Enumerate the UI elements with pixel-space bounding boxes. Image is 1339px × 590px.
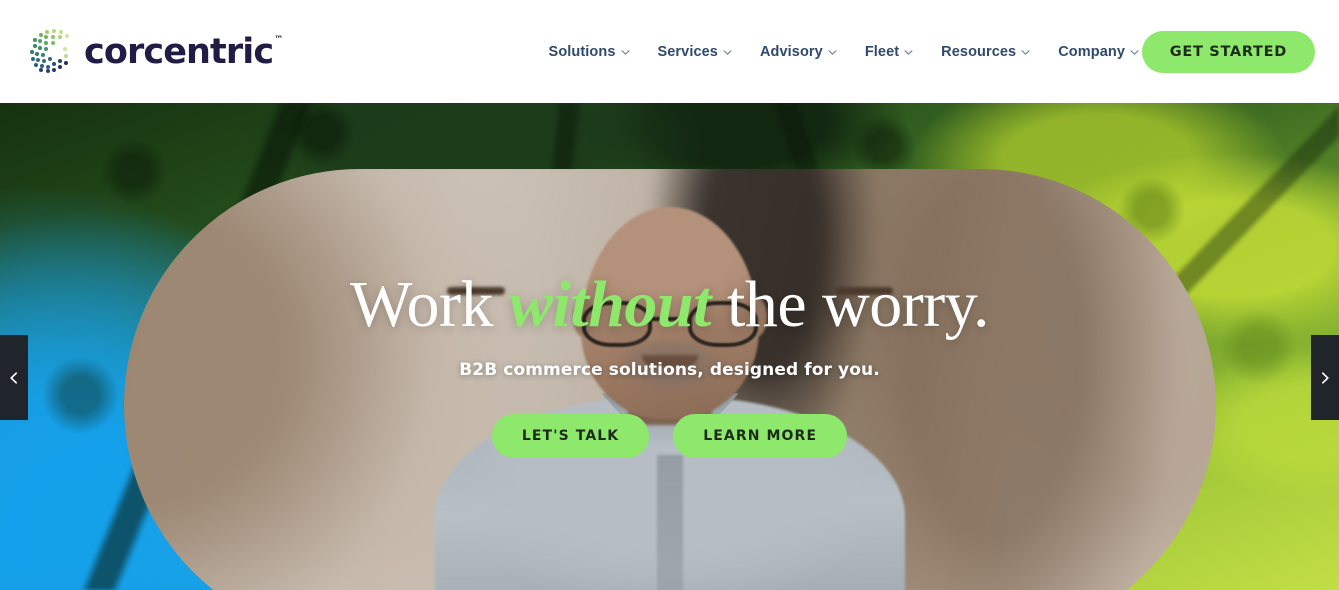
chevron-down-icon <box>620 48 630 57</box>
chevron-down-icon <box>1021 48 1030 57</box>
primary-navigation: Solutions Services Advisory Fleet Resour… <box>535 0 1153 103</box>
nav-item-fleet[interactable]: Fleet <box>851 36 927 68</box>
hero-button-group: LET'S TALK LEARN MORE <box>0 414 1339 459</box>
get-started-button[interactable]: GET STARTED <box>1141 31 1315 73</box>
site-header: corcentric™ Solutions Services Advisory <box>0 0 1339 103</box>
carousel-prev-button[interactable] <box>0 335 28 420</box>
nav-item-label: Advisory <box>759 43 823 60</box>
chevron-right-icon <box>1318 371 1332 385</box>
hero-headline-accent: without <box>509 268 711 341</box>
nav-item-label: Solutions <box>548 43 616 60</box>
hero-subtitle: B2B commerce solutions, designed for you… <box>459 360 880 381</box>
brand-logo-link[interactable]: corcentric™ <box>24 18 284 84</box>
hero-headline-part-1: Work <box>350 268 510 341</box>
carousel-next-button[interactable] <box>1311 335 1339 420</box>
lets-talk-button[interactable]: LET'S TALK <box>491 414 650 459</box>
hero-content: Work without the worry. B2B commerce sol… <box>0 271 1339 459</box>
chevron-down-icon <box>904 48 913 57</box>
corcentric-dot-c-logo-icon <box>24 25 76 77</box>
hero-headline-part-2: the worry. <box>710 268 989 341</box>
nav-item-company[interactable]: Company <box>1044 36 1153 68</box>
nav-item-resources[interactable]: Resources <box>927 36 1044 68</box>
page-root: corcentric™ Solutions Services Advisory <box>0 0 1339 590</box>
hero-headline: Work without the worry. <box>0 271 1339 338</box>
chevron-down-icon <box>1130 48 1139 57</box>
nav-item-label: Company <box>1058 43 1125 60</box>
chevron-left-icon <box>7 371 21 385</box>
hero-section: Work without the worry. B2B commerce sol… <box>0 103 1339 590</box>
nav-item-services[interactable]: Services <box>644 36 746 68</box>
nav-item-label: Services <box>657 43 718 60</box>
nav-item-solutions[interactable]: Solutions <box>535 36 644 68</box>
portrait-shirt-placket <box>657 455 683 590</box>
chevron-down-icon <box>723 48 732 57</box>
trademark-symbol: ™ <box>274 34 284 45</box>
chevron-down-icon <box>828 48 837 57</box>
learn-more-button[interactable]: LEARN MORE <box>673 414 848 459</box>
brand-wordmark: corcentric™ <box>84 31 284 72</box>
nav-item-label: Fleet <box>864 43 900 60</box>
nav-item-label: Resources <box>941 43 1017 60</box>
nav-item-advisory[interactable]: Advisory <box>746 36 851 68</box>
